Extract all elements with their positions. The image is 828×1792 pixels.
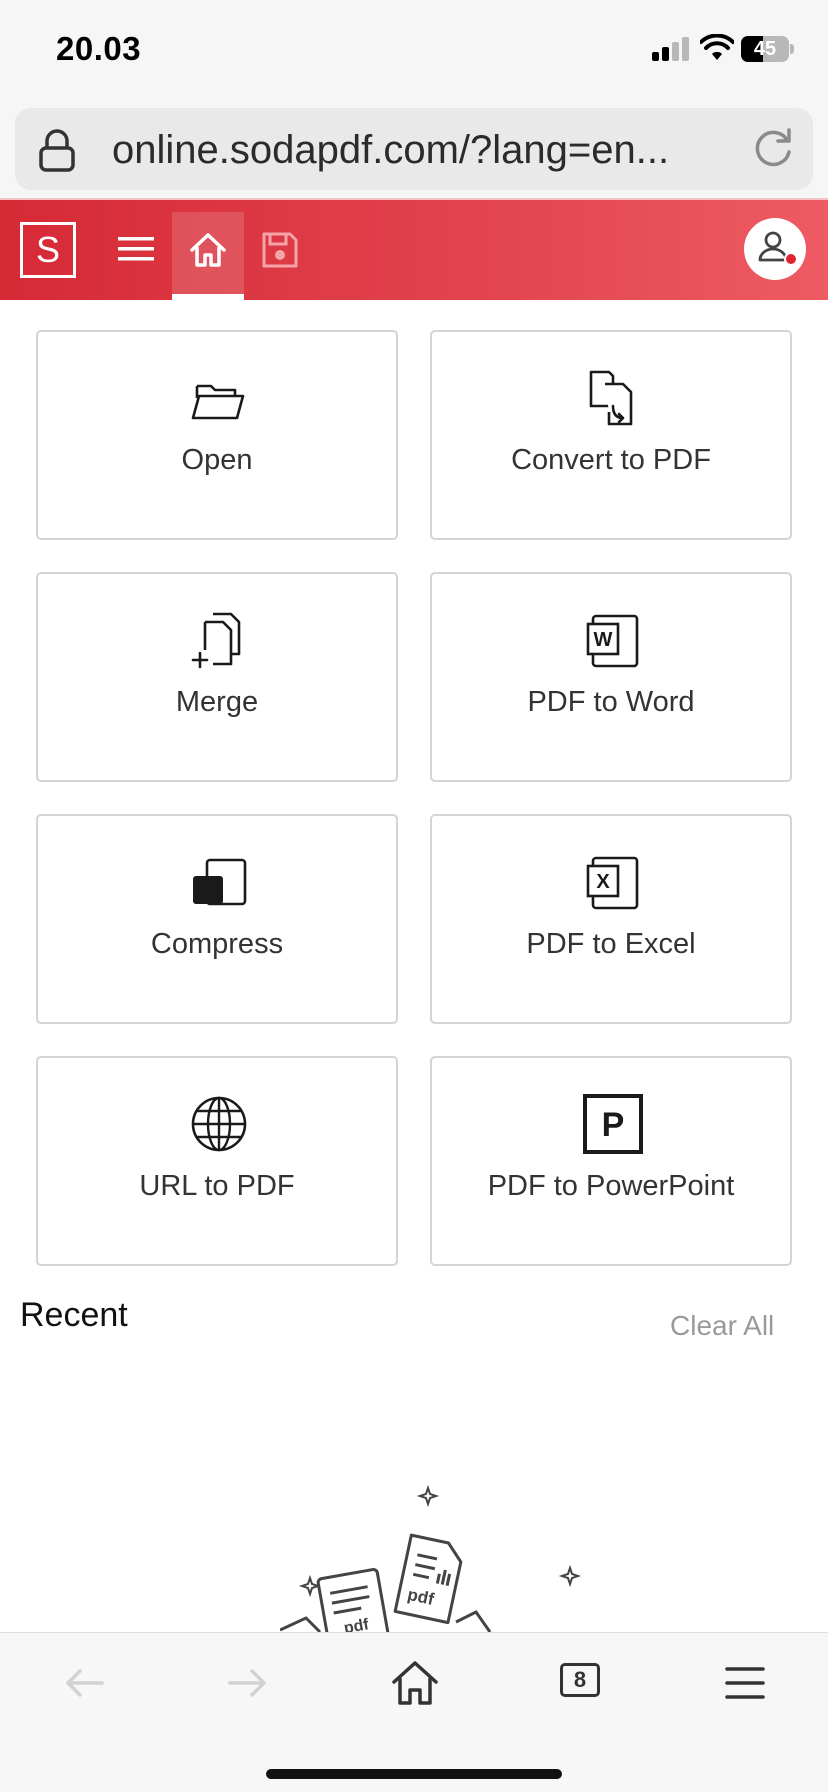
soda-logo[interactable]: S [20,222,76,278]
menu-icon[interactable] [719,1657,771,1709]
home-tab-underline [172,294,244,300]
tool-label: Open [181,444,253,476]
status-time: 20.03 [56,30,142,67]
tool-label: URL to PDF [139,1170,295,1202]
cellular-signal-icon [652,37,692,61]
svg-text:W: W [594,629,613,651]
compress-icon [193,858,247,906]
address-bar[interactable]: online.sodapdf.com/?lang=en... [15,108,813,190]
word-icon: W [586,614,639,668]
tool-convert-to-pdf[interactable]: Convert to PDF [430,330,792,540]
merge-icon [191,612,241,669]
tool-url-to-pdf[interactable]: URL to PDF [36,1056,398,1266]
reload-icon[interactable] [751,126,795,170]
tool-compress[interactable]: Compress [36,814,398,1024]
tool-pdf-to-excel[interactable]: X PDF to Excel [430,814,792,1024]
forward-icon[interactable] [222,1657,274,1709]
folder-icon [191,384,245,420]
globe-icon [191,1096,247,1152]
user-account-button[interactable] [744,218,806,280]
empty-recent-illustration: pdf pdf [280,1484,582,1632]
excel-icon: X [586,856,639,910]
browser-url-area: online.sodapdf.com/?lang=en... [0,100,828,198]
tool-pdf-to-powerpoint[interactable]: P PDF to PowerPoint [430,1056,792,1266]
tool-open[interactable]: Open [36,330,398,540]
home-indicator [266,1769,562,1779]
hamburger-menu-icon[interactable] [116,233,156,265]
notification-dot [784,252,798,266]
save-icon[interactable] [260,230,300,270]
convert-icon [589,370,633,426]
browser-toolbar: 8 [0,1632,828,1792]
tool-label: Compress [150,928,284,960]
lock-icon [39,129,75,172]
tool-label: Convert to PDF [511,444,711,476]
tool-pdf-to-word[interactable]: W PDF to Word [430,572,792,782]
back-icon[interactable] [58,1657,110,1709]
tool-label: Merge [175,686,259,718]
wifi-icon [700,34,734,60]
tool-label: PDF to PowerPoint [487,1170,735,1202]
tool-label: PDF to Word [527,686,695,718]
powerpoint-icon: P [583,1094,643,1154]
tool-merge[interactable]: Merge [36,572,398,782]
url-text[interactable]: online.sodapdf.com/?lang=en... [112,128,669,173]
battery-icon: 45 [741,36,789,62]
status-bar: 20.03 45 [0,0,828,100]
tabs-icon[interactable]: 8 [560,1663,600,1697]
home-icon[interactable] [389,1657,441,1709]
home-icon[interactable] [188,230,228,270]
svg-text:X: X [596,871,610,893]
tool-label: PDF to Excel [526,928,696,960]
battery-percent: 45 [753,38,777,60]
clear-all-button[interactable]: Clear All [670,1310,774,1342]
battery-nub [790,44,794,54]
recent-heading: Recent [20,1296,128,1334]
svg-text:P: P [602,1106,625,1144]
app-header: S [0,198,828,300]
